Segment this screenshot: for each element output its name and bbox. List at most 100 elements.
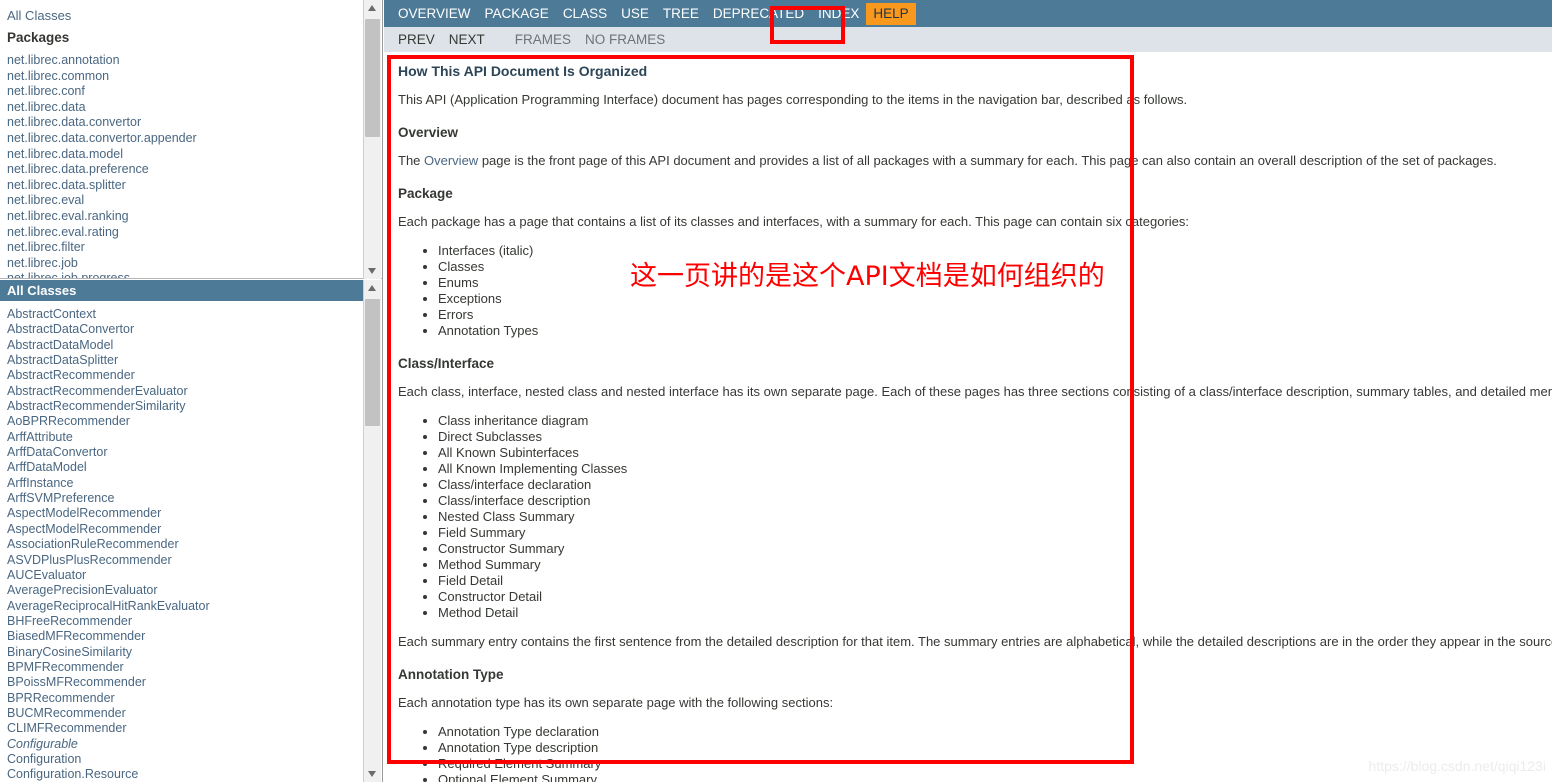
bullet-item: Direct Subclasses [438,429,1552,445]
section-heading-package: Package [398,186,453,201]
package-frame-scrollbar[interactable] [363,0,381,279]
class-list-item[interactable]: Configuration [7,752,363,767]
class-list-item[interactable]: ArffDataModel [7,460,363,475]
watermark-text: https://blog.csdn.net/qiqi123i [1368,758,1546,774]
class-list-item[interactable]: ArffAttribute [7,430,363,445]
app-root: All Classes Packages net.librec.annotati… [0,0,1552,782]
overview-link[interactable]: Overview [424,153,478,168]
class-list-item[interactable]: BPMFRecommender [7,660,363,675]
section-heading-class-interface: Class/Interface [398,356,495,371]
scroll-down-arrow-icon[interactable] [364,765,381,782]
bullet-item: Nested Class Summary [438,509,1552,525]
bullet-item: All Known Implementing Classes [438,461,1552,477]
package-list-item[interactable]: net.librec.data.splitter [7,178,363,194]
scrollbar-thumb[interactable] [365,299,380,426]
topnav-item-tree[interactable]: TREE [656,3,706,25]
package-list-item[interactable]: net.librec.data.preference [7,162,363,178]
class-list-item[interactable]: AspectModelRecommender [7,506,363,521]
bullet-item: Class/interface description [438,493,1552,509]
class-list-item[interactable]: AUCEvaluator [7,568,363,583]
left-frames-column: All Classes Packages net.librec.annotati… [0,0,383,782]
package-list-item[interactable]: net.librec.data.model [7,147,363,163]
class-list-item[interactable]: AssociationRuleRecommender [7,537,363,552]
scrollbar-thumb[interactable] [365,19,380,137]
overview-text-before: The [398,153,425,168]
all-classes-title-bar: All Classes [0,280,363,301]
subnav-item-no-frames[interactable]: NO FRAMES [578,32,672,47]
overview-text-after: page is the front page of this API docum… [478,153,1497,168]
class-list-item[interactable]: AveragePrecisionEvaluator [7,583,363,598]
class-list-item[interactable]: ArffDataConvertor [7,445,363,460]
class-list-item[interactable]: AbstractRecommenderSimilarity [7,399,363,414]
class-list-item[interactable]: Configuration.Resource [7,767,363,782]
bullet-item: Constructor Detail [438,589,1552,605]
class-list-item[interactable]: BPRRecommender [7,691,363,706]
topnav-item-use[interactable]: USE [614,3,656,25]
class-list-item[interactable]: AbstractRecommender [7,368,363,383]
package-list-scroll-area: All Classes Packages net.librec.annotati… [0,0,363,278]
sub-navigation-list: PREV NEXT FRAMES NO FRAMES [384,27,1552,52]
class-list: AbstractContext AbstractDataConvertor Abst… [7,307,363,782]
package-list-item[interactable]: net.librec.common [7,69,363,85]
class-list-item[interactable]: AbstractContext [7,307,363,322]
topnav-item-index[interactable]: INDEX [811,3,866,25]
topnav-item-class[interactable]: CLASS [556,3,614,25]
topnav-item-overview[interactable]: OVERVIEW [391,3,478,25]
class-list-item[interactable]: BPoissMFRecommender [7,675,363,690]
package-list-item[interactable]: net.librec.eval.ranking [7,209,363,225]
packages-heading: Packages [7,30,70,45]
subnav-item-prev[interactable]: PREV [391,32,442,47]
subnav-item-next[interactable]: NEXT [442,32,492,47]
package-list-item[interactable]: net.librec.annotation [7,53,363,69]
package-list-item[interactable]: net.librec.conf [7,84,363,100]
package-list-item[interactable]: net.librec.eval.rating [7,225,363,241]
classes-frame-scrollbar[interactable] [363,280,381,782]
class-list-item[interactable]: ASVDPlusPlusRecommender [7,553,363,568]
package-list: net.librec.annotation net.librec.common ne… [7,53,363,278]
help-document-body: How This API Document Is Organized This … [398,63,1552,782]
class-list-item[interactable]: AverageReciprocalHitRankEvaluator [7,599,363,614]
bullet-item: All Known Subinterfaces [438,445,1552,461]
class-list-item[interactable]: AbstractDataConvertor [7,322,363,337]
topnav-item-help[interactable]: HELP [866,2,916,25]
all-classes-scroll-area: AbstractContext AbstractDataConvertor Abst… [0,301,363,782]
scroll-up-arrow-icon[interactable] [364,280,381,297]
class-list-item[interactable]: AbstractRecommenderEvaluator [7,384,363,399]
package-list-item[interactable]: net.librec.job.progress [7,271,363,278]
topnav-item-package[interactable]: PACKAGE [478,3,556,25]
package-list-item[interactable]: net.librec.data.convertor.appender [7,131,363,147]
class-list-item[interactable]: BinaryCosineSimilarity [7,645,363,660]
class-list-item[interactable]: BiasedMFRecommender [7,629,363,644]
class-list-item[interactable]: Configurable [7,737,363,752]
class-list-item[interactable]: BUCMRecommender [7,706,363,721]
all-classes-frame: All Classes AbstractContext AbstractDataC… [0,280,382,782]
page-title: How This API Document Is Organized [398,63,648,79]
bullet-item: Method Summary [438,557,1552,573]
class-list-item[interactable]: ArffInstance [7,476,363,491]
package-list-item[interactable]: net.librec.eval [7,193,363,209]
topnav-item-deprecated[interactable]: DEPRECATED [706,3,811,25]
class-list-item[interactable]: ArffSVMPreference [7,491,363,506]
subnav-item-frames[interactable]: FRAMES [508,32,578,47]
class-list-item[interactable]: CLIMFRecommender [7,721,363,736]
class-interface-bullet-list: Class inheritance diagramDirect Subclass… [398,413,1552,621]
section-heading-annotation-type: Annotation Type [398,667,504,682]
package-list-item[interactable]: net.librec.data.convertor [7,115,363,131]
bullet-item: Field Detail [438,573,1552,589]
package-list-item[interactable]: net.librec.filter [7,240,363,256]
scroll-up-arrow-icon[interactable] [364,0,381,17]
bullet-item: Constructor Summary [438,541,1552,557]
class-list-item[interactable]: AbstractDataSplitter [7,353,363,368]
intro-paragraph: This API (Application Programming Interf… [398,92,1188,107]
class-list-item[interactable]: BHFreeRecommender [7,614,363,629]
class-list-item[interactable]: AspectModelRecommender [7,522,363,537]
main-content-frame: OVERVIEW PACKAGE CLASS USE TREE DEPRECATED IND… [384,0,1552,782]
class-list-item[interactable]: AoBPRRecommender [7,414,363,429]
package-list-item[interactable]: net.librec.data [7,100,363,116]
class-list-item[interactable]: AbstractDataModel [7,338,363,353]
scroll-down-arrow-icon[interactable] [364,262,381,279]
all-classes-link[interactable]: All Classes [7,6,363,27]
top-navigation-list: OVERVIEW PACKAGE CLASS USE TREE DEPRECATED IND… [384,0,1552,27]
bullet-item: Method Detail [438,605,1552,621]
package-list-item[interactable]: net.librec.job [7,256,363,272]
